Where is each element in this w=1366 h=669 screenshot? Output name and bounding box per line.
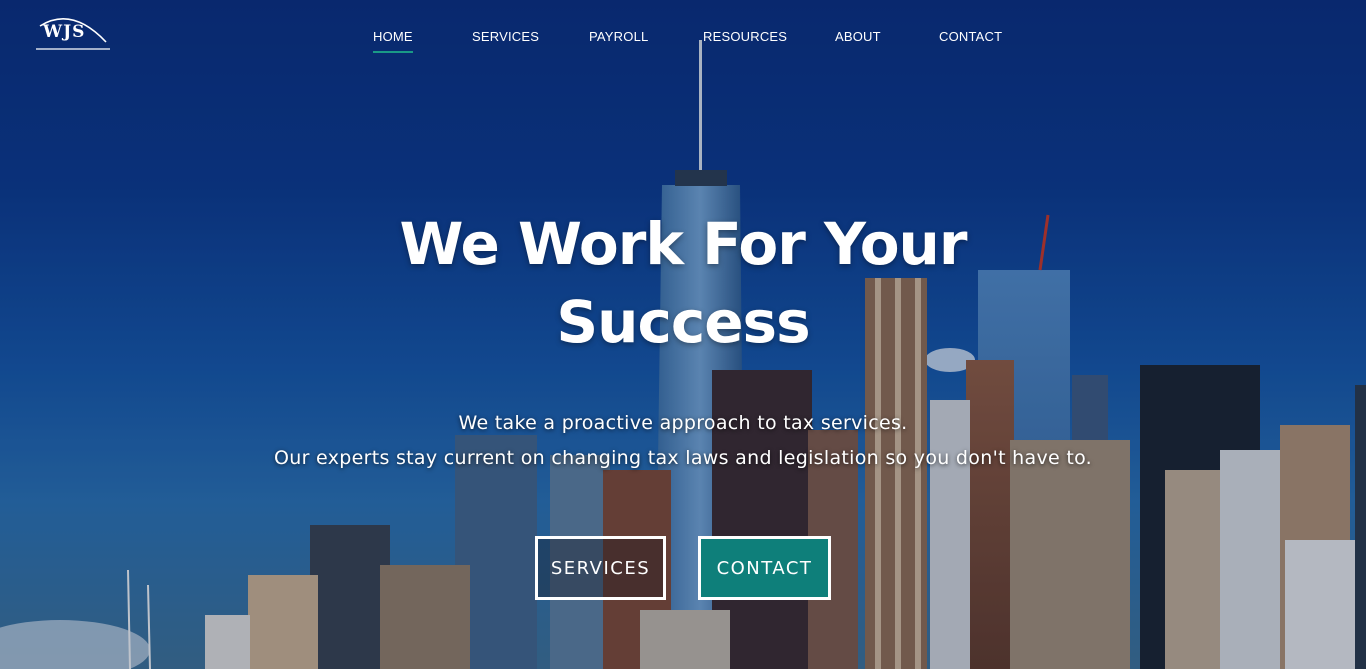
nav-services[interactable]: SERVICES (472, 29, 539, 44)
contact-button[interactable]: CONTACT (698, 536, 831, 600)
subtext-line-2: Our experts stay current on changing tax… (273, 447, 1093, 469)
nav-payroll[interactable]: PAYROLL (589, 29, 648, 44)
headline-line-1: We Work For Your (399, 210, 968, 278)
hero-section: WJS HOME SERVICES PAYROLL RESOURCES ABOU… (0, 0, 1366, 669)
hero-headline: We Work For Your Success (333, 205, 1033, 361)
nav-resources[interactable]: RESOURCES (703, 29, 787, 44)
nav-home[interactable]: HOME (373, 29, 413, 53)
services-button[interactable]: SERVICES (535, 536, 666, 600)
nav-contact[interactable]: CONTACT (939, 29, 1002, 44)
main-nav: HOME SERVICES PAYROLL RESOURCES ABOUT CO… (0, 0, 1366, 60)
subtext-line-1: We take a proactive approach to tax serv… (458, 412, 908, 434)
headline-line-2: Success (556, 288, 810, 356)
nav-about[interactable]: ABOUT (835, 29, 881, 44)
hero-subtext: We take a proactive approach to tax serv… (183, 406, 1183, 476)
